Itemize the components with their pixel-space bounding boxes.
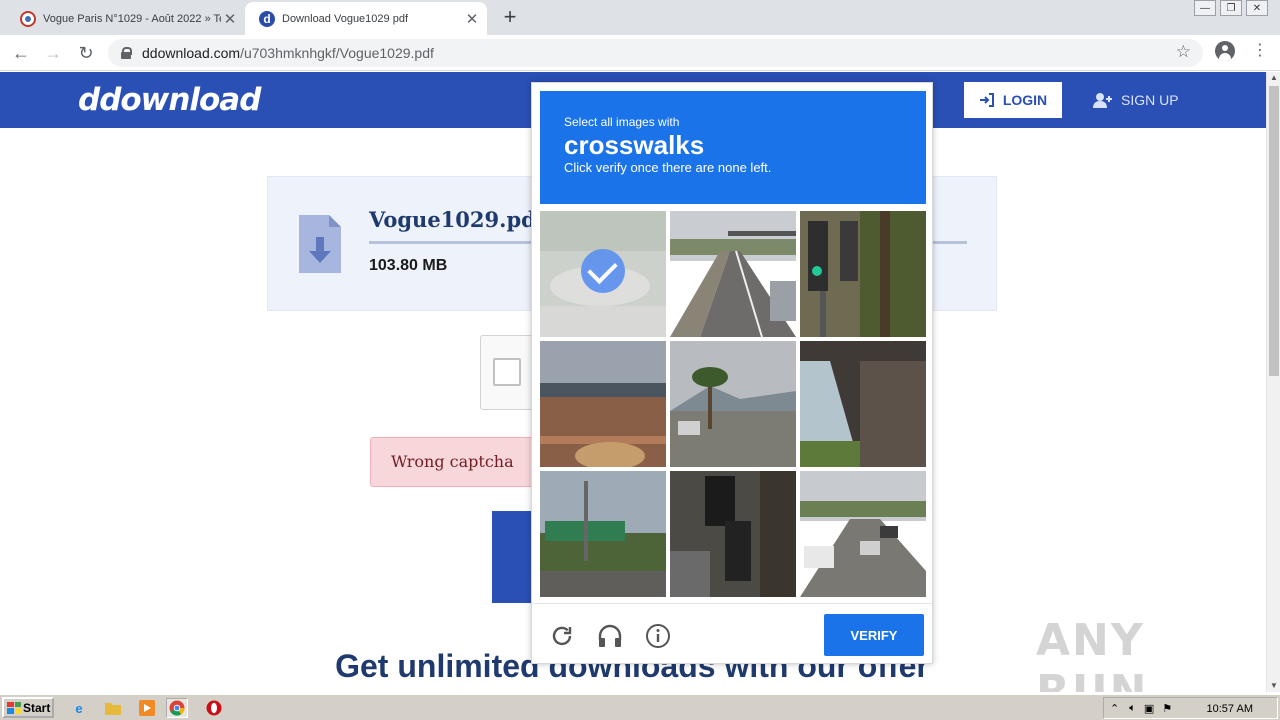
lock-icon <box>120 47 132 59</box>
tray-expand-icon[interactable]: ⌃ <box>1110 702 1119 715</box>
file-name: Vogue1029.pdf <box>369 207 545 232</box>
tab-title: Download Vogue1029 pdf <box>282 12 408 25</box>
selected-check-icon <box>581 249 625 293</box>
browser-toolbar: ← → ↻ ddownload.com/u703hmknhgkf/Vogue10… <box>0 35 1280 71</box>
captcha-footer: VERIFY <box>532 603 932 663</box>
captcha-tile-5[interactable] <box>670 341 796 467</box>
captcha-image-grid <box>540 211 926 597</box>
captcha-hint: Click verify once there are none left. <box>564 160 772 175</box>
window-controls: — ❐ ✕ <box>1194 0 1268 16</box>
forward-button[interactable]: → <box>40 40 66 66</box>
file-download-icon <box>299 215 341 273</box>
signup-label: SIGN UP <box>1121 92 1179 108</box>
new-tab-button[interactable]: + <box>499 6 521 28</box>
login-icon <box>979 93 994 107</box>
captcha-prompt: Select all images with <box>564 115 680 129</box>
reload-challenge-icon[interactable] <box>548 622 576 650</box>
bookmark-star-icon[interactable]: ☆ <box>1176 42 1191 62</box>
menu-kebab-icon[interactable]: ⋮ <box>1252 43 1268 59</box>
url-host: ddownload.com <box>142 45 241 61</box>
chrome-icon[interactable] <box>166 698 188 718</box>
audio-challenge-headphones-icon[interactable] <box>596 622 624 650</box>
start-button[interactable]: Start <box>2 697 54 718</box>
captcha-tile-1[interactable] <box>540 211 666 337</box>
media-player-icon[interactable] <box>136 698 158 718</box>
volume-icon[interactable]: 🔈︎ <box>1129 702 1136 715</box>
firefox-favicon-icon <box>20 10 36 27</box>
captcha-tile-2[interactable] <box>670 211 796 337</box>
restore-button[interactable]: ❐ <box>1220 0 1242 16</box>
recaptcha-checkbox[interactable] <box>493 358 521 386</box>
opera-icon[interactable] <box>203 698 225 718</box>
captcha-tile-6[interactable] <box>800 341 926 467</box>
network-icon[interactable]: ▣ <box>1144 702 1154 715</box>
close-tab-icon[interactable]: ✕ <box>221 10 239 28</box>
minimize-button[interactable]: — <box>1194 0 1216 16</box>
captcha-tile-8[interactable] <box>670 471 796 597</box>
captcha-tile-3[interactable] <box>800 211 926 337</box>
close-tab-icon[interactable]: ✕ <box>463 10 481 28</box>
captcha-tile-9[interactable] <box>800 471 926 597</box>
windows-taskbar: Start e ⌃ 🔈︎ ▣ ⚑ 10:57 AM <box>0 694 1280 720</box>
scroll-thumb[interactable] <box>1269 86 1279 376</box>
close-window-button[interactable]: ✕ <box>1246 0 1268 16</box>
clock[interactable]: 10:57 AM <box>1207 703 1253 715</box>
login-button[interactable]: LOGIN <box>964 82 1062 118</box>
add-user-icon <box>1093 93 1112 108</box>
signup-button[interactable]: SIGN UP <box>1093 82 1179 118</box>
profile-avatar-icon[interactable] <box>1215 41 1235 61</box>
file-size: 103.80 MB <box>369 257 448 274</box>
captcha-tile-7[interactable] <box>540 471 666 597</box>
verify-button[interactable]: VERIFY <box>824 614 924 656</box>
tab-download-vogue[interactable]: d Download Vogue1029 pdf ✕ <box>245 2 487 35</box>
url-path: /u703hmknhgkf/Vogue1029.pdf <box>240 45 434 61</box>
scroll-down-arrow-icon[interactable]: ▼ <box>1267 680 1280 692</box>
internet-explorer-icon[interactable]: e <box>68 698 90 718</box>
folder-icon[interactable] <box>102 698 124 718</box>
reload-button[interactable]: ↻ <box>73 40 99 66</box>
back-button[interactable]: ← <box>8 40 34 66</box>
site-logo[interactable]: ddownload <box>78 82 261 118</box>
tab-strip: Vogue Paris N°1029 - Août 2022 » Te ✕ d … <box>0 0 1280 35</box>
system-tray: ⌃ 🔈︎ ▣ ⚑ 10:57 AM <box>1103 697 1278 719</box>
address-bar[interactable]: ddownload.com/u703hmknhgkf/Vogue1029.pdf… <box>108 39 1203 67</box>
anyrun-watermark: ANY RUN <box>1036 615 1149 692</box>
captcha-tile-4[interactable] <box>540 341 666 467</box>
ddownload-favicon-icon: d <box>259 10 275 27</box>
login-label: LOGIN <box>1002 92 1048 108</box>
tab-title: Vogue Paris N°1029 - Août 2022 » Te <box>43 12 221 25</box>
captcha-challenge-dialog: Select all images with crosswalks Click … <box>531 82 933 664</box>
action-center-flag-icon[interactable]: ⚑ <box>1162 702 1172 715</box>
info-icon[interactable] <box>644 622 672 650</box>
windows-logo-icon <box>7 701 21 714</box>
scroll-up-arrow-icon[interactable]: ▲ <box>1267 72 1280 84</box>
start-label: Start <box>23 700 51 715</box>
captcha-target-word: crosswalks <box>564 130 705 160</box>
captcha-instructions: Select all images with crosswalks Click … <box>540 91 926 204</box>
tab-vogue-paris[interactable]: Vogue Paris N°1029 - Août 2022 » Te ✕ <box>0 2 245 35</box>
vertical-scrollbar[interactable]: ▲ ▼ <box>1266 72 1280 692</box>
